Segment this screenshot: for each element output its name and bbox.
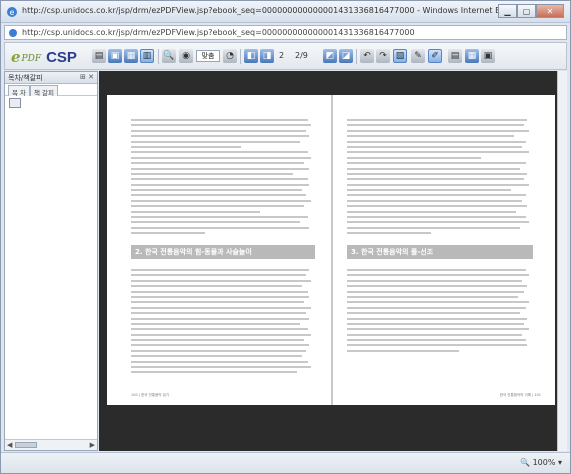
left-page-footer: 100 | 한국 전통음악 읽기 (131, 393, 170, 397)
select-tool-icon[interactable]: ▧ (393, 49, 407, 63)
page-icon (9, 29, 17, 37)
tree-node-icon[interactable] (9, 98, 21, 108)
left-page-text-block-1 (131, 119, 315, 238)
page-view-icon[interactable]: ▥ (140, 49, 154, 63)
left-page-heading: 2. 한국 전통음악의 힘-동물과 사슬놀이 (131, 245, 315, 259)
bookmark-tool-icon[interactable]: ▦ (465, 49, 479, 63)
prev-page-icon[interactable]: ◨ (260, 49, 274, 63)
address-bar[interactable]: http://csp.unidocs.co.kr/jsp/drm/ezPDFVi… (4, 25, 567, 40)
bookmark-panel: 목차/책갈피 ⊞ ✕ 목 차 책 갈피 ◀ ▶ (4, 71, 98, 451)
minimize-button[interactable]: ▁ (498, 4, 517, 18)
logo-e: e (11, 48, 21, 66)
annotation-tool-icon[interactable]: ✐ (428, 49, 442, 63)
pdf-toolbar: e PDF CSP ▤ ▣ ▦ ▥ 🔍 ◉ 맞춤 ◔ ◧ ◨ 2 2/9 ◩ ◪… (4, 42, 567, 70)
scroll-thumb[interactable] (15, 442, 37, 448)
left-page: 2. 한국 전통음악의 힘-동물과 사슬놀이 100 | 한국 전통음악 읽기 (107, 95, 331, 405)
save-icon[interactable]: ▤ (92, 49, 106, 63)
window-title: http://csp.unidocs.co.kr/jsp/drm/ezPDFVi… (22, 6, 529, 15)
zoom-level[interactable]: 🔍 100% ▾ (520, 458, 562, 467)
document-vscrollbar[interactable] (557, 71, 567, 451)
zoom-out-icon[interactable]: ◉ (179, 49, 193, 63)
next-page-icon[interactable]: ◩ (323, 49, 337, 63)
maximize-button[interactable]: ▢ (517, 4, 536, 18)
left-page-text-block-2 (131, 269, 315, 377)
text-tool-icon[interactable]: ✎ (411, 49, 425, 63)
page-count: 2/9 (295, 51, 308, 60)
thumbnail-icon[interactable]: ▦ (124, 49, 138, 63)
document-view[interactable]: 2. 한국 전통음악의 힘-동물과 사슬놀이 100 | 한국 전통음악 읽기 (99, 71, 567, 451)
scroll-right-arrow[interactable]: ▶ (90, 441, 95, 449)
right-page-text-block-1 (347, 119, 533, 238)
right-page-heading: 3. 한국 전통음악의 풀-선조 (347, 245, 533, 259)
zoom-level-text[interactable]: 100% (533, 458, 556, 467)
panel-hscrollbar[interactable]: ◀ ▶ (5, 439, 97, 450)
first-page-icon[interactable]: ◧ (244, 49, 258, 63)
highlight-tool-icon[interactable]: ▤ (448, 49, 462, 63)
zoom-select[interactable]: 맞춤 (196, 50, 220, 62)
ezpdf-csp-logo: e PDF CSP (11, 48, 77, 66)
browser-window: e http://csp.unidocs.co.kr/jsp/drm/ezPDF… (0, 0, 571, 474)
current-page[interactable]: 2 (279, 51, 284, 60)
zoom-in-icon[interactable]: 🔍 (162, 49, 176, 63)
last-page-icon[interactable]: ◪ (339, 49, 353, 63)
panel-controls[interactable]: ⊞ ✕ (80, 73, 94, 81)
zoom-dropdown-icon[interactable]: ◔ (223, 49, 237, 63)
undo-icon[interactable]: ↶ (360, 49, 374, 63)
close-button[interactable]: ✕ (536, 4, 564, 18)
right-page: 3. 한국 전통음악의 풀-선조 한국 전통음악의 이해 | 101 (333, 95, 555, 405)
left-heading-text: 2. 한국 전통음악의 힘-동물과 사슬놀이 (135, 248, 252, 256)
right-page-text-block-2 (347, 269, 533, 355)
ie-icon: e (7, 7, 17, 17)
tab-toc[interactable]: 목 차 (8, 85, 31, 97)
title-bar: e http://csp.unidocs.co.kr/jsp/drm/ezPDF… (1, 1, 570, 23)
print-icon[interactable]: ▣ (108, 49, 122, 63)
redo-icon[interactable]: ↷ (376, 49, 390, 63)
svg-text:e: e (10, 8, 15, 17)
logo-pdf: PDF (21, 53, 42, 64)
address-url[interactable]: http://csp.unidocs.co.kr/jsp/drm/ezPDFVi… (22, 28, 415, 37)
status-bar: 🔍 100% ▾ (1, 452, 570, 473)
right-page-footer: 한국 전통음악의 이해 | 101 (499, 393, 541, 397)
scroll-left-arrow[interactable]: ◀ (7, 441, 12, 449)
tab-bookmarks[interactable]: 책 갈피 (30, 85, 59, 97)
right-heading-text: 3. 한국 전통음악의 풀-선조 (351, 248, 434, 256)
logo-csp: CSP (46, 48, 77, 66)
panel-title: 목차/책갈피 (8, 74, 43, 82)
help-icon[interactable]: ▣ (481, 49, 495, 63)
